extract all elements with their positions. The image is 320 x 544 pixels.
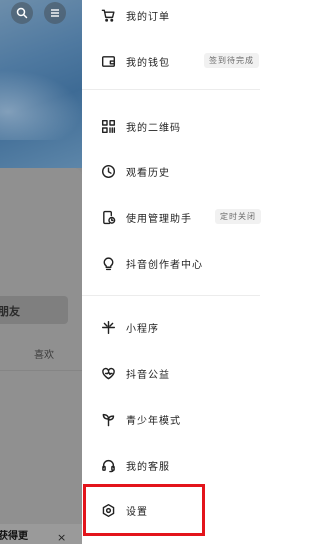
qr-code-icon — [100, 117, 116, 135]
headset-icon — [100, 456, 116, 474]
search-icon[interactable] — [11, 2, 33, 24]
menu-item-my-orders[interactable]: 我的订单 — [82, 2, 270, 28]
menu-item-mini-programs[interactable]: 小程序 — [82, 314, 270, 340]
cart-icon — [100, 6, 116, 24]
menu-item-label: 我的二维码 — [126, 123, 181, 134]
charity-heart-icon — [100, 364, 116, 382]
clock-icon — [100, 162, 116, 180]
menu-item-label: 抖音创作者中心 — [126, 260, 203, 271]
menu-item-label: 我的订单 — [126, 12, 170, 23]
menu-divider — [82, 295, 260, 296]
menu-item-customer-service[interactable]: 我的客服 — [82, 452, 270, 478]
menu-divider — [82, 89, 260, 90]
phone-timer-icon — [100, 208, 116, 226]
menu-item-label: 我的客服 — [126, 462, 170, 473]
menu-item-my-wallet[interactable]: 我的钱包 签到待完成 — [82, 48, 270, 74]
menu-item-label: 使用管理助手 — [126, 214, 192, 225]
menu-item-my-qr-code[interactable]: 我的二维码 — [82, 113, 270, 139]
settings-highlight-box — [83, 484, 205, 536]
menu-item-label: 我的钱包 — [126, 58, 170, 69]
menu-item-teen-mode[interactable]: 青少年模式 — [82, 406, 270, 432]
side-drawer-menu: 我的订单 我的钱包 签到待完成 我的二维码 观看历史 使用管理助手 定时关闭 抖… — [82, 0, 270, 544]
sprout-icon — [100, 410, 116, 428]
menu-item-creator-center[interactable]: 抖音创作者中心 — [82, 250, 270, 276]
wallet-status-badge: 签到待完成 — [204, 53, 259, 68]
lightbulb-icon — [100, 254, 116, 272]
menu-item-label: 小程序 — [126, 324, 159, 335]
bottom-banner-text: 获得更 — [0, 531, 28, 542]
menu-item-label: 青少年模式 — [126, 416, 181, 427]
menu-icon[interactable] — [44, 2, 66, 24]
menu-item-label: 观看历史 — [126, 168, 170, 179]
menu-item-watch-history[interactable]: 观看历史 — [82, 158, 270, 184]
menu-item-charity[interactable]: 抖音公益 — [82, 360, 270, 386]
close-icon[interactable]: × — [57, 532, 66, 543]
likes-tab-label: 喜欢 — [34, 350, 54, 361]
menu-item-label: 抖音公益 — [126, 370, 170, 381]
wallet-icon — [100, 52, 116, 70]
mini-program-icon — [100, 318, 116, 336]
background-profile-overlay[interactable]: 朋友 喜欢 获得更 × — [0, 0, 82, 544]
friends-label: 朋友 — [0, 305, 20, 318]
timer-status-badge: 定时关闭 — [215, 209, 261, 224]
tab-separator — [0, 370, 82, 371]
profile-cover-image — [0, 0, 82, 168]
menu-item-usage-assistant[interactable]: 使用管理助手 定时关闭 — [82, 204, 270, 230]
